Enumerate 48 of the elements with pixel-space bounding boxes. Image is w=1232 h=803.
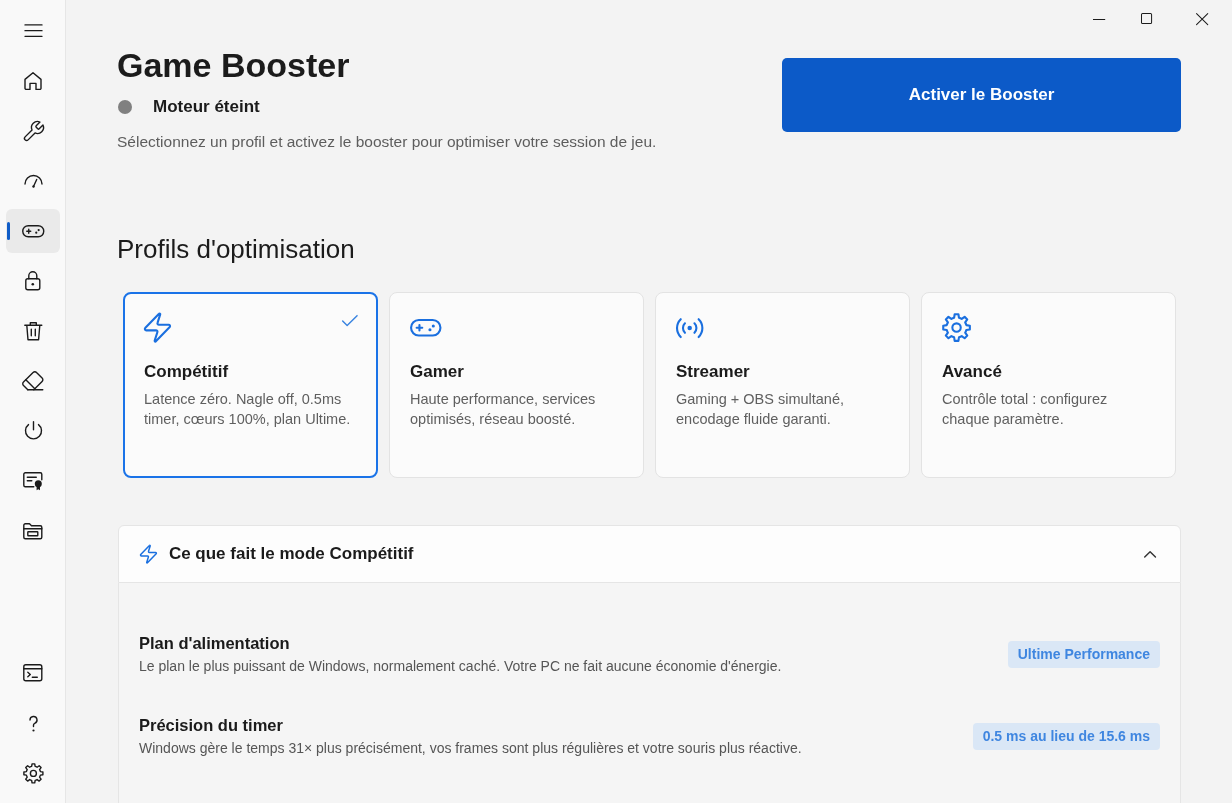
broadcast-icon — [676, 317, 704, 339]
page-title: Game Booster — [117, 45, 351, 85]
settings-icon — [22, 762, 44, 784]
folder-icon — [23, 522, 43, 540]
setting-title: Plan d'alimentation — [139, 633, 291, 654]
page-description: Sélectionnez un profil et activez le booster pour optimiser votre session de jeu. — [117, 132, 657, 152]
menu-icon — [23, 24, 43, 38]
setting-value: 0.5 ms au lieu de 15.6 ms — [972, 722, 1160, 750]
terminal-icon — [23, 664, 43, 682]
status-label: Moteur éteint — [153, 97, 260, 117]
profile-card[interactable]: Avancé Contrôle total : configurez chaque paramètre. — [921, 292, 1176, 478]
home-icon — [24, 71, 42, 91]
profile-title: Gamer — [410, 361, 465, 383]
profile-title: Streamer — [676, 361, 751, 383]
profile-title: Avancé — [942, 361, 1003, 383]
profile-card[interactable]: Streamer Gaming + OBS simultané, encodage fluide garanti. — [655, 292, 910, 478]
profile-description: Gaming + OBS simultané, encodage fluide garanti. — [676, 390, 846, 429]
wrench-icon — [22, 120, 44, 142]
gear-icon — [942, 313, 972, 343]
profile-title: Compétitif — [144, 361, 230, 383]
setting-description: Le plan le plus puissant de Windows, normalement caché. Votre PC ne fait aucune économie d'énergie. — [139, 657, 782, 676]
gamepad-icon — [21, 224, 45, 238]
maximize-icon — [1141, 13, 1153, 25]
trash-icon — [23, 321, 43, 341]
activate-booster-button[interactable]: Activer le Booster — [782, 58, 1181, 132]
lightning-icon — [140, 544, 157, 564]
setting-value: Ultime Performance — [1007, 640, 1160, 668]
profile-description: Contrôle total : configurez chaque paramètre. — [942, 390, 1109, 429]
section-heading: Profils d'optimisation — [117, 233, 356, 265]
lock-icon — [25, 271, 41, 291]
eraser-icon — [22, 371, 44, 391]
setting-description: Windows gère le temps 31× plus précisément, vos frames sont plus régulières et votre souris plus réactive. — [139, 739, 802, 758]
certificate-icon — [23, 471, 43, 491]
expander-header[interactable]: Ce que fait le mode Compétitif — [118, 525, 1181, 583]
profile-card[interactable]: Gamer Haute performance, services optimisés, réseau boosté. — [389, 292, 644, 478]
game-nav-button[interactable] — [6, 209, 60, 253]
power-icon — [23, 421, 43, 441]
close-icon — [1195, 12, 1209, 26]
gauge-icon — [23, 174, 43, 188]
help-icon — [28, 714, 38, 732]
minimize-icon — [1092, 18, 1106, 20]
setting-title: Précision du timer — [139, 715, 284, 736]
gamepad-icon — [410, 319, 442, 337]
profile-description: Latence zéro. Nagle off, 0.5ms timer, cœurs 100%, plan Ultime. — [144, 390, 352, 429]
checkmark-icon — [342, 315, 358, 327]
lightning-icon — [144, 313, 171, 343]
profile-description: Haute performance, services optimisés, réseau boosté. — [410, 390, 597, 429]
profile-card[interactable]: Compétitif Latence zéro. Nagle off, 0.5ms timer, cœurs 100%, plan Ultime. — [123, 292, 378, 478]
